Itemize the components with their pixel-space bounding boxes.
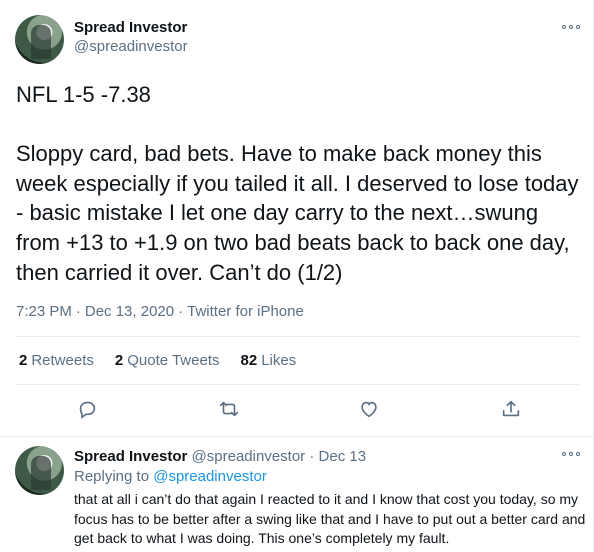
separator: ·	[178, 303, 184, 320]
reply-date[interactable]: Dec 13	[319, 448, 367, 465]
reply-more-options-icon[interactable]	[562, 451, 580, 457]
share-icon[interactable]	[500, 398, 524, 422]
tweet-time[interactable]: 7:23 PM	[16, 303, 72, 320]
author-handle[interactable]: @spreadinvestor	[74, 38, 188, 55]
action-bar	[0, 398, 594, 422]
retweets-label: Retweets	[31, 352, 94, 369]
like-icon[interactable]	[358, 398, 382, 422]
likes-count: 82	[240, 352, 258, 369]
replying-to: Replying to @spreadinvestor	[74, 468, 267, 485]
likes-label: Likes	[261, 352, 297, 369]
likes-stat[interactable]: 82 Likes	[241, 352, 297, 369]
replying-mention[interactable]: @spreadinvestor	[153, 468, 267, 485]
retweets-count: 2	[19, 352, 28, 369]
tweet-stats: 2 Retweets 2 Quote Tweets 82 Likes	[19, 352, 317, 369]
separator: ·	[309, 448, 315, 465]
reply-text: that at all i can’t do that again I reac…	[74, 491, 586, 546]
tweet-meta: 7:23 PM · Dec 13, 2020 · Twitter for iPhone	[16, 303, 304, 320]
reply-icon[interactable]	[76, 398, 100, 422]
divider	[16, 336, 579, 337]
retweet-icon[interactable]	[218, 398, 242, 422]
reply-author-handle[interactable]: @spreadinvestor	[192, 448, 306, 465]
separator: ·	[75, 303, 81, 320]
divider	[16, 384, 579, 385]
reply-header: Spread Investor @spreadinvestor · Dec 13	[74, 448, 366, 465]
quote-tweets-count: 2	[114, 352, 124, 369]
divider	[0, 436, 593, 437]
more-options-icon[interactable]	[562, 24, 580, 30]
reply-author-display-name[interactable]: Spread Investor	[74, 448, 187, 465]
reply-avatar[interactable]	[15, 446, 64, 495]
author-display-name[interactable]: Spread Investor	[74, 19, 187, 36]
tweet-source[interactable]: Twitter for iPhone	[187, 303, 304, 320]
retweets-stat[interactable]: 2 Retweets	[19, 352, 94, 369]
avatar[interactable]	[15, 15, 64, 64]
replying-prefix: Replying to	[74, 468, 150, 485]
tweet-text: NFL 1-5 -7.38 Sloppy card, bad bets. Hav…	[16, 82, 579, 285]
quote-tweets-stat[interactable]: 2 Quote Tweets	[115, 352, 220, 369]
tweet-date[interactable]: Dec 13, 2020	[85, 303, 174, 320]
quote-tweets-label: Quote Tweets	[127, 352, 220, 369]
